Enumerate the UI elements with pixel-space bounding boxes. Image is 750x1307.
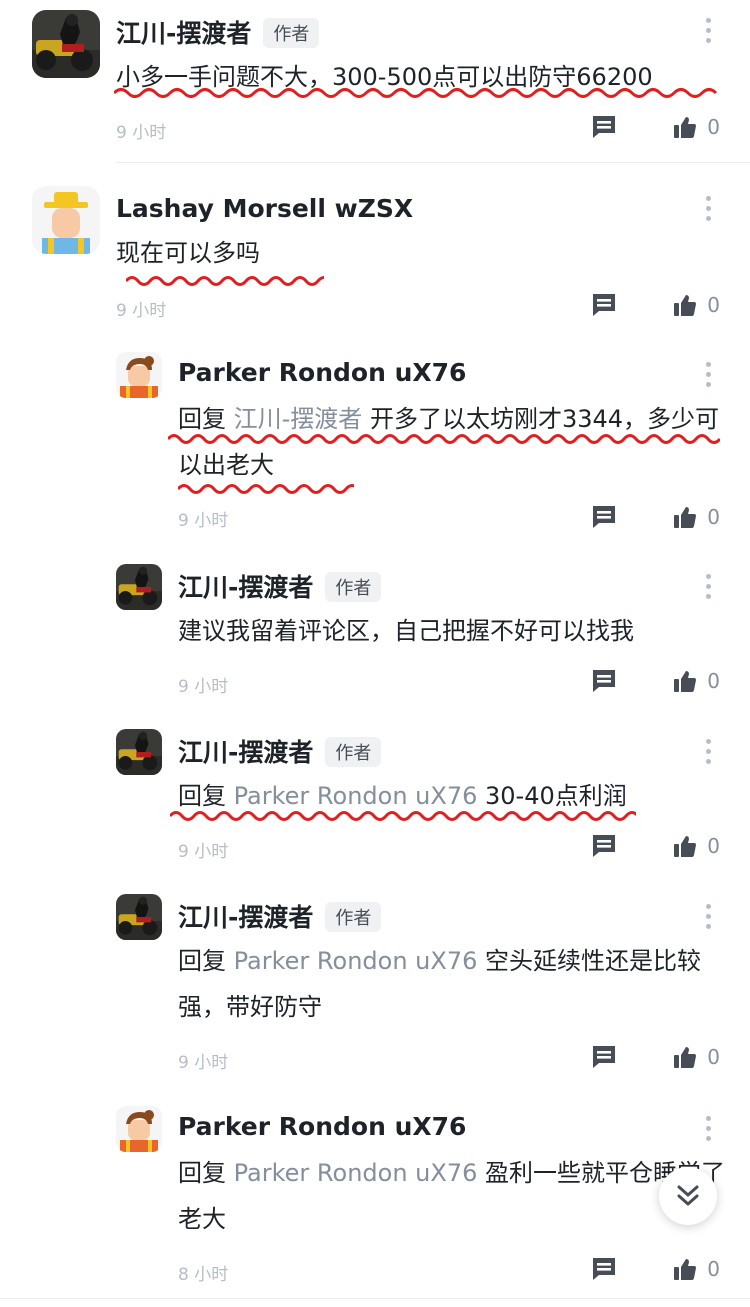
avatar[interactable] [116, 894, 162, 940]
avatar[interactable] [116, 1106, 162, 1152]
thumbs-up-icon[interactable] [673, 115, 697, 139]
like-count: 0 [707, 1257, 720, 1281]
timestamp: 9 小时 [116, 301, 167, 321]
comment-icon[interactable] [591, 1256, 617, 1282]
timestamp: 8 小时 [178, 1265, 229, 1285]
underline-annotation [126, 276, 324, 286]
comment-text: 建议我留着评论区，自己把握不好可以找我 [178, 617, 634, 645]
like-count: 0 [707, 669, 720, 693]
timestamp: 9 小时 [178, 511, 229, 531]
comment-actions: 0 [591, 1256, 720, 1282]
timestamp: 9 小时 [178, 677, 229, 697]
author-badge: 作者 [325, 572, 382, 602]
reply-prefix: 回复 [178, 1159, 226, 1187]
author-badge: 作者 [263, 18, 320, 48]
reply-to-link[interactable]: Parker Rondon uX76 [234, 782, 478, 810]
underline-annotation [170, 811, 636, 821]
thumbs-up-icon[interactable] [673, 1257, 697, 1281]
author-name[interactable]: 江川-摆渡者 作者 [178, 568, 382, 604]
author-name[interactable]: Parker Rondon uX76 [178, 1112, 466, 1141]
thumbs-up-icon[interactable] [673, 505, 697, 529]
underline-annotation [168, 434, 720, 444]
avatar[interactable] [116, 352, 162, 398]
motorcycle-avatar-icon [116, 894, 162, 940]
motorcycle-avatar-icon [32, 10, 100, 78]
author-badge: 作者 [325, 737, 382, 767]
reply-prefix: 回复 [178, 947, 226, 975]
comment-icon[interactable] [591, 833, 617, 859]
scroll-to-bottom-button[interactable] [659, 1167, 717, 1225]
avatar[interactable] [32, 10, 100, 78]
more-vertical-icon[interactable] [704, 904, 712, 929]
timestamp: 9 小时 [178, 1053, 229, 1073]
motorcycle-avatar-icon [116, 564, 162, 610]
girl-avatar-icon [116, 1106, 162, 1152]
avatar[interactable] [116, 729, 162, 775]
avatar[interactable] [32, 186, 100, 254]
comment-icon[interactable] [591, 114, 617, 140]
more-vertical-icon[interactable] [704, 574, 712, 599]
comment-text: 回复 Parker Rondon uX76 盈利一些就平仓睡觉了老大 [178, 1150, 726, 1242]
more-vertical-icon[interactable] [704, 362, 712, 387]
motorcycle-avatar-icon [116, 729, 162, 775]
reply-prefix: 回复 [178, 782, 226, 810]
comment-actions: 0 [591, 114, 720, 140]
more-vertical-icon[interactable] [704, 18, 712, 43]
farmer-avatar-icon [32, 186, 100, 254]
thumbs-up-icon[interactable] [673, 669, 697, 693]
comment-text: 回复 Parker Rondon uX76 空头延续性还是比较强，带好防守 [178, 938, 726, 1030]
reply-body: 30-40点利润 [485, 782, 627, 810]
thumbs-up-icon[interactable] [673, 293, 697, 317]
reply-to-link[interactable]: Parker Rondon uX76 [234, 1159, 478, 1187]
reply-to-link[interactable]: 江川-摆渡者 [234, 405, 363, 433]
author-name[interactable]: 江川-摆渡者 作者 [116, 14, 320, 50]
underline-annotation [114, 88, 718, 98]
comment-actions: 0 [591, 1044, 720, 1070]
comment-actions: 0 [591, 504, 720, 530]
comment-actions: 0 [591, 833, 720, 859]
comment-icon[interactable] [591, 668, 617, 694]
thumbs-up-icon[interactable] [673, 1045, 697, 1069]
more-vertical-icon[interactable] [704, 196, 712, 221]
like-count: 0 [707, 293, 720, 317]
author-name[interactable]: 江川-摆渡者 作者 [178, 733, 382, 769]
timestamp: 9 小时 [178, 842, 229, 862]
reply-to-link[interactable]: Parker Rondon uX76 [234, 947, 478, 975]
comment-actions: 0 [591, 292, 720, 318]
comment-icon[interactable] [591, 504, 617, 530]
author-badge: 作者 [325, 902, 382, 932]
comment-text: 现在可以多吗 [116, 239, 260, 267]
like-count: 0 [707, 834, 720, 858]
divider [0, 1298, 750, 1299]
girl-avatar-icon [116, 352, 162, 398]
double-chevron-down-icon [677, 1185, 699, 1206]
timestamp: 9 小时 [116, 123, 167, 143]
like-count: 0 [707, 1045, 720, 1069]
divider [116, 162, 750, 163]
comment-actions: 0 [591, 668, 720, 694]
avatar[interactable] [116, 564, 162, 610]
like-count: 0 [707, 115, 720, 139]
reply-prefix: 回复 [178, 405, 226, 433]
author-name[interactable]: 江川-摆渡者 作者 [178, 898, 382, 934]
thumbs-up-icon[interactable] [673, 834, 697, 858]
underline-annotation [178, 484, 354, 494]
comment-icon[interactable] [591, 292, 617, 318]
comment-icon[interactable] [591, 1044, 617, 1070]
like-count: 0 [707, 505, 720, 529]
author-name[interactable]: Parker Rondon uX76 [178, 358, 466, 387]
author-name[interactable]: Lashay Morsell wZSX [116, 194, 413, 223]
more-vertical-icon[interactable] [704, 1116, 712, 1141]
more-vertical-icon[interactable] [704, 739, 712, 764]
